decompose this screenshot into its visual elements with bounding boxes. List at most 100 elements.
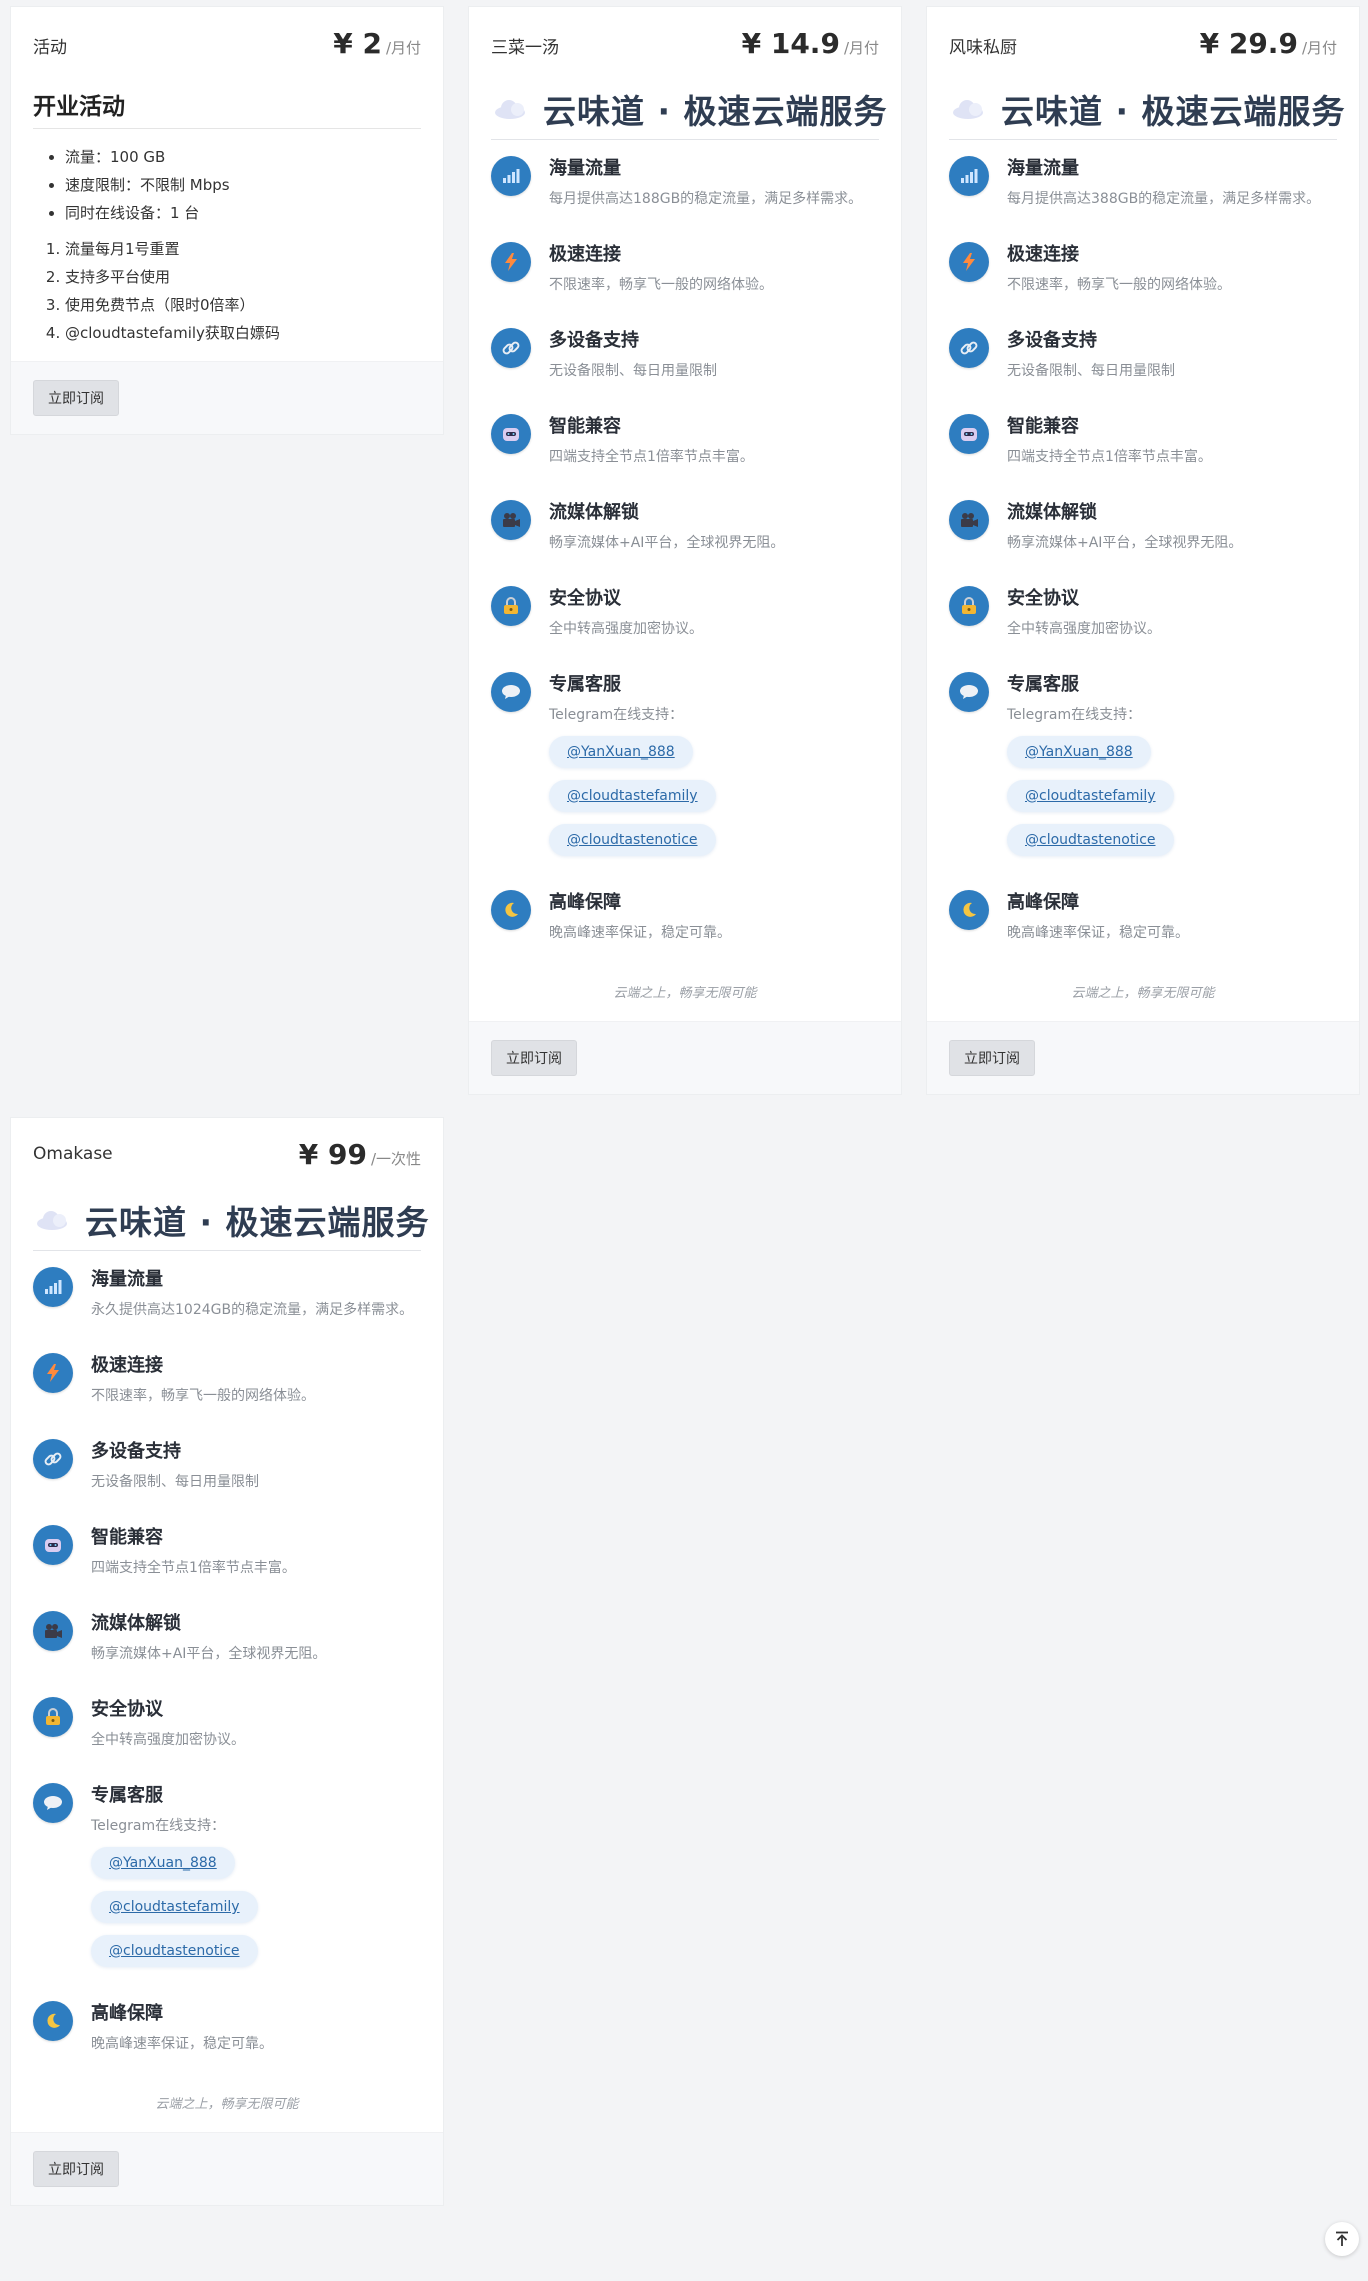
feature-desc: 无设备限制、每日用量限制	[549, 363, 717, 379]
feature-text: 高峰保障 晚高峰速率保证，稳定可靠。	[1007, 888, 1337, 960]
slogan: 云端之上，畅享无限可能	[1071, 986, 1215, 1001]
plan-header: Omakase ¥ 99/一次性	[11, 1118, 443, 1182]
plan-body: 云味道 · 极速云端服务海量流量 每月提供高达388GB的稳定流量，满足多样需求。…	[927, 85, 1359, 1021]
bar-chart-icon	[491, 156, 531, 196]
feature-desc: 畅享流媒体+AI平台，全球视界无阻。	[549, 535, 785, 551]
lock-icon	[33, 1697, 73, 1737]
feature-desc: 四端支持全节点1倍率节点丰富。	[91, 1560, 296, 1576]
contact-tags: @YanXuan_888 @cloudtastefamily @cloudtaste…	[91, 1847, 421, 1979]
feature-desc: 四端支持全节点1倍率节点丰富。	[1007, 449, 1212, 465]
plan-price: ¥ 99/一次性	[299, 1138, 421, 1171]
feature-desc: 不限速率，畅享飞一般的网络体验。	[91, 1388, 315, 1404]
feature-item: 海量流量 每月提供高达388GB的稳定流量，满足多样需求。	[949, 154, 1337, 226]
bar-chart-icon	[33, 1267, 73, 1307]
feature-title: 流媒体解锁	[549, 502, 639, 523]
subscribe-button[interactable]: 立即订阅	[949, 1040, 1035, 1076]
feature-item: 高峰保障 晚高峰速率保证，稳定可靠。	[949, 888, 1337, 960]
list-item: 流量每月1号重置	[65, 235, 421, 263]
feature-title: 专属客服	[91, 1785, 163, 1806]
robot-icon	[33, 1525, 73, 1565]
feature-desc: 全中转高强度加密协议。	[91, 1732, 245, 1748]
telegram-link[interactable]: @cloudtastenotice	[1007, 824, 1174, 856]
feature-title: 极速连接	[91, 1355, 163, 1376]
price-period: /月付	[843, 39, 879, 57]
price-period: /月付	[1301, 39, 1337, 57]
service-hero: 云味道 · 极速云端服务	[33, 1196, 429, 1251]
telegram-link[interactable]: @YanXuan_888	[1007, 736, 1151, 768]
telegram-link[interactable]: @cloudtastenotice	[91, 1935, 258, 1967]
video-camera-icon	[33, 1611, 73, 1651]
telegram-link[interactable]: @cloudtastenotice	[549, 824, 716, 856]
video-camera-icon	[491, 500, 531, 540]
feature-desc: Telegram在线支持：	[1007, 707, 1142, 723]
feature-item: 专属客服 Telegram在线支持： @YanXuan_888 @cloudtaste…	[33, 1781, 421, 1985]
feature-text: 智能兼容 四端支持全节点1倍率节点丰富。	[91, 1523, 421, 1595]
feature-text: 专属客服 Telegram在线支持： @YanXuan_888 @cloudtaste…	[1007, 670, 1337, 874]
link-icon	[33, 1439, 73, 1479]
activity-title: 开业活动	[33, 87, 421, 129]
feature-title: 专属客服	[1007, 674, 1079, 695]
back-to-top-button[interactable]	[1325, 2222, 1359, 2256]
telegram-link[interactable]: @YanXuan_888	[91, 1847, 235, 1879]
feature-item: 智能兼容 四端支持全节点1倍率节点丰富。	[33, 1523, 421, 1595]
list-item: 支持多平台使用	[65, 263, 421, 291]
plan-price: ¥ 29.9/月付	[1200, 27, 1337, 60]
feature-title: 极速连接	[1007, 244, 1079, 265]
moon-icon	[33, 2001, 73, 2041]
list-item: 流量：100 GB	[65, 143, 421, 171]
price-amount: ¥ 2	[333, 27, 382, 60]
price-period: /月付	[385, 39, 421, 57]
feature-title: 高峰保障	[549, 892, 621, 913]
plan-footer: 立即订阅	[11, 2132, 443, 2205]
feature-desc: 永久提供高达1024GB的稳定流量，满足多样需求。	[91, 1302, 414, 1318]
feature-text: 安全协议全中转高强度加密协议。	[1007, 584, 1337, 656]
feature-title: 海量流量	[91, 1269, 163, 1290]
lock-icon	[491, 586, 531, 626]
cloud-icon	[949, 98, 987, 120]
subscribe-button[interactable]: 立即订阅	[33, 2151, 119, 2187]
feature-item: 多设备支持 无设备限制、每日用量限制	[33, 1437, 421, 1509]
feature-desc: Telegram在线支持：	[549, 707, 684, 723]
feature-desc: 每月提供高达188GB的稳定流量，满足多样需求。	[549, 191, 863, 207]
feature-text: 极速连接 不限速率，畅享飞一般的网络体验。	[549, 240, 879, 312]
contact-tags: @YanXuan_888 @cloudtastefamily @cloudtaste…	[1007, 736, 1337, 868]
feature-title: 专属客服	[549, 674, 621, 695]
plan-price: ¥ 2/月付	[333, 27, 421, 60]
plan-footer: 立即订阅	[11, 361, 443, 434]
slogan: 云端之上，畅享无限可能	[613, 986, 757, 1001]
plan-name: 活动	[33, 38, 67, 58]
feature-title: 高峰保障	[91, 2003, 163, 2024]
hero-title: 云味道 · 极速云端服务	[85, 1203, 430, 1242]
contact-tags: @YanXuan_888 @cloudtastefamily @cloudtaste…	[549, 736, 879, 868]
slogan: 云端之上，畅享无限可能	[155, 2097, 299, 2112]
price-period: /一次性	[370, 1150, 421, 1168]
lightning-icon	[949, 242, 989, 282]
feature-desc: 每月提供高达388GB的稳定流量，满足多样需求。	[1007, 191, 1321, 207]
hero-title: 云味道 · 极速云端服务	[1001, 92, 1346, 131]
feature-text: 海量流量永久提供高达1024GB的稳定流量，满足多样需求。	[91, 1265, 421, 1337]
telegram-link[interactable]: @cloudtastefamily	[549, 780, 716, 812]
feature-desc: 全中转高强度加密协议。	[1007, 621, 1161, 637]
feature-title: 安全协议	[1007, 588, 1079, 609]
subscribe-button[interactable]: 立即订阅	[33, 380, 119, 416]
telegram-link[interactable]: @cloudtastefamily	[91, 1891, 258, 1923]
feature-text: 极速连接不限速率，畅享飞一般的网络体验。	[1007, 240, 1337, 312]
telegram-link[interactable]: @cloudtastefamily	[1007, 780, 1174, 812]
subscribe-button[interactable]: 立即订阅	[491, 1040, 577, 1076]
list-item: 使用免费节点（限时0倍率）	[65, 291, 421, 319]
telegram-link[interactable]: @YanXuan_888	[549, 736, 693, 768]
lightning-icon	[33, 1353, 73, 1393]
plan-card-sancai: 三菜一汤 ¥ 14.9/月付 云味道 · 极速云端服务 海量流量 每月提供高达188GB…	[468, 6, 902, 1095]
feature-desc: 不限速率，畅享飞一般的网络体验。	[549, 277, 773, 293]
lock-icon	[949, 586, 989, 626]
service-hero: 云味道 · 极速云端服务	[949, 85, 1345, 140]
plan-name: 三菜一汤	[491, 38, 559, 58]
feature-text: 海量流量 每月提供高达388GB的稳定流量，满足多样需求。	[1007, 154, 1337, 226]
feature-text: 多设备支持 无设备限制、每日用量限制	[549, 326, 879, 398]
feature-desc: 不限速率，畅享飞一般的网络体验。	[1007, 277, 1231, 293]
feature-desc: 无设备限制、每日用量限制	[1007, 363, 1175, 379]
plan-header: 风味私厨 ¥ 29.9/月付	[927, 7, 1359, 71]
moon-icon	[949, 890, 989, 930]
feature-item: 海量流量 每月提供高达188GB的稳定流量，满足多样需求。	[491, 154, 879, 226]
feature-item: 流媒体解锁 畅享流媒体+AI平台，全球视界无阻。	[949, 498, 1337, 570]
